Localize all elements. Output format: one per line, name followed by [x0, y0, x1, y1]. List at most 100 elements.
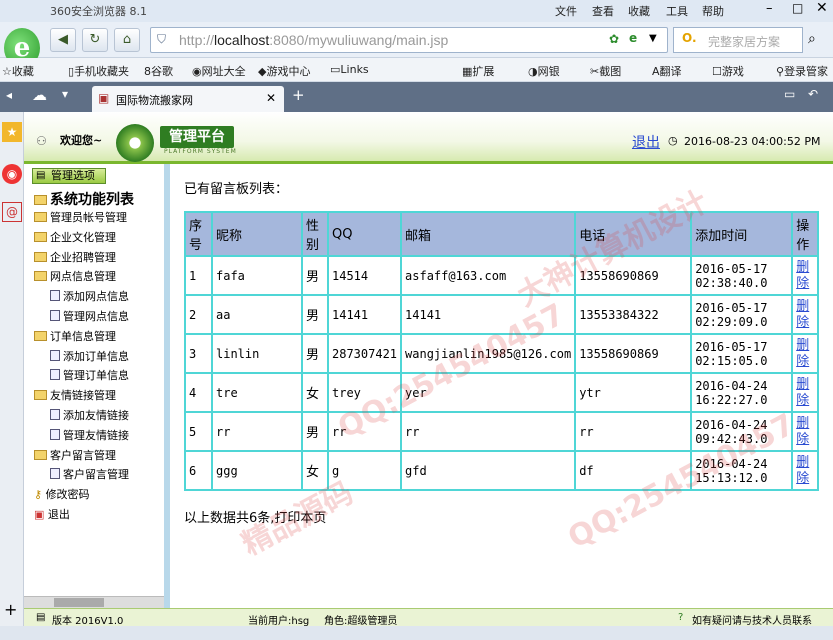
menu-favorites[interactable]: 收藏 — [628, 3, 650, 19]
folder-icon — [34, 330, 47, 341]
sidebar-item[interactable]: 管理员帐号管理 — [34, 209, 127, 225]
engine-icon[interactable]: e — [629, 31, 637, 45]
delete-link[interactable]: 删除 — [796, 455, 810, 487]
col-sex: 性别 — [301, 211, 329, 257]
cell-qq: 14514 — [326, 255, 403, 296]
sidebar-item[interactable]: ▣ 退出 — [34, 506, 70, 522]
delete-link[interactable]: 删除 — [796, 377, 810, 409]
fav-banking[interactable]: ◑网银 — [528, 63, 560, 79]
sidebar-item[interactable]: 订单信息管理 — [34, 328, 116, 344]
folder-icon — [34, 251, 47, 262]
fav-links[interactable]: ▭Links — [330, 63, 369, 76]
menu-tools[interactable]: 工具 — [666, 3, 688, 19]
delete-link[interactable]: 删除 — [796, 299, 810, 331]
browser-title: 360安全浏览器 8.1 — [50, 5, 147, 18]
sidebar-item[interactable]: 企业招聘管理 — [34, 249, 116, 265]
tab-close-icon[interactable]: ✕ — [266, 91, 276, 105]
cell-sex: 男 — [301, 294, 329, 335]
sidebar-item[interactable]: 企业文化管理 — [34, 229, 116, 245]
fav-screenshot[interactable]: ✂截图 — [590, 63, 621, 79]
sidebar-item[interactable]: 客户留言管理 — [34, 447, 116, 463]
sidebar-item-label: 网点信息管理 — [50, 270, 116, 284]
search-icon[interactable]: ⌕ — [808, 31, 816, 47]
fav-translate[interactable]: A翻译 — [652, 63, 682, 79]
sidebar-toggle-icon[interactable]: ◂ — [6, 88, 12, 102]
menu-help[interactable]: 帮助 — [702, 3, 724, 19]
current-user: 当前用户:hsg — [248, 616, 310, 627]
sidebar-item-label: 客户留言管理 — [63, 468, 129, 482]
sidebar-item-label: 管理员帐号管理 — [50, 211, 127, 224]
delete-link[interactable]: 删除 — [796, 260, 810, 292]
cell-clock: 02:29:09.0 — [695, 314, 768, 329]
fav-extensions[interactable]: ▦扩展 — [462, 63, 494, 79]
fav-games[interactable]: ◆游戏中心 — [258, 63, 310, 79]
col-no: 序号 — [184, 211, 213, 257]
fav-mobile[interactable]: ▯手机收藏夹 — [68, 63, 129, 79]
delete-link[interactable]: 删除 — [796, 338, 810, 370]
browser-navbar: e ◀ ↻ ⌂ ⛉ http://localhost:8080/mywuliuw… — [0, 22, 833, 68]
close-icon[interactable]: ✕ — [816, 0, 828, 16]
add-icon[interactable]: + — [4, 600, 17, 619]
cell-action: 删除 — [791, 450, 820, 491]
fav-collect[interactable]: ☆收藏 — [2, 63, 34, 79]
fav-login[interactable]: ⚲登录管家 — [776, 63, 828, 79]
folder-icon — [34, 195, 47, 205]
maximize-icon[interactable]: □ — [792, 1, 803, 15]
undo-icon[interactable]: ↶ — [808, 87, 818, 101]
weibo-icon[interactable]: ◉ — [2, 164, 22, 184]
table-row: 4 tre 女 trey yer ytr 2016-04-24 16:22:27.0 删除 — [184, 372, 820, 413]
cell-nick: aa — [211, 294, 303, 335]
search-input[interactable]: 完整家居方案 — [708, 33, 780, 50]
sidebar-scrollbar[interactable] — [24, 596, 164, 608]
document-icon — [50, 310, 60, 321]
menu-file[interactable]: 文件 — [555, 3, 577, 19]
sidebar-item[interactable]: 客户留言管理 — [50, 466, 129, 482]
cell-nick: linlin — [211, 333, 303, 374]
cell-qq: g — [326, 450, 403, 491]
document-icon — [50, 349, 60, 361]
message-table: 序号 昵称 性别 QQ 邮箱 电话 添加时间 操作 1 fafa 男 14514 asf… — [184, 211, 820, 491]
home-icon[interactable]: ⌂ — [114, 28, 140, 52]
logout-link[interactable]: 退出 — [632, 132, 660, 152]
fav-google[interactable]: 8谷歌 — [144, 63, 173, 79]
menu-view[interactable]: 查看 — [592, 3, 614, 19]
sidebar-item[interactable]: ⚷ 修改密码 — [34, 486, 90, 502]
folder-icon — [34, 231, 47, 242]
cell-no: 5 — [184, 411, 213, 452]
scrollbar-thumb[interactable] — [54, 598, 104, 607]
cell-time: 2016-05-17 02:38:40.0 — [690, 255, 794, 296]
cell-clock: 02:38:40.0 — [695, 275, 768, 290]
sidebar-item[interactable]: 管理友情链接 — [50, 427, 129, 443]
sidebar-item-label: 添加友情链接 — [63, 409, 129, 422]
mail-icon[interactable]: @ — [2, 202, 22, 222]
cell-email: 14141 — [400, 294, 577, 335]
sidebar-item[interactable]: 网点信息管理 — [34, 268, 116, 284]
tab-active[interactable]: ▣ 国际物流搬家网 ✕ — [92, 86, 284, 112]
col-action: 操作 — [791, 211, 820, 257]
sidebar-item[interactable]: 管理订单信息 — [50, 367, 129, 383]
cloud-icon[interactable]: ☁ — [32, 86, 47, 104]
list-title: 已有留言板列表： — [184, 182, 289, 197]
tab-list-icon[interactable]: ▭ — [784, 87, 795, 101]
fav-game[interactable]: ☐游戏 — [712, 63, 744, 79]
sidebar-item-label: 添加订单信息 — [63, 349, 129, 363]
table-header-row: 序号 昵称 性别 QQ 邮箱 电话 添加时间 操作 — [184, 211, 820, 257]
cell-email: asfaff@163.com — [400, 255, 577, 296]
delete-link[interactable]: 删除 — [796, 416, 810, 448]
sidebar-item[interactable]: 友情链接管理 — [34, 387, 116, 403]
address-bar[interactable]: ⛉ http://localhost:8080/mywuliuwang/main… — [150, 27, 668, 53]
sidebar-item[interactable]: 添加订单信息 — [50, 348, 129, 364]
back-icon[interactable]: ◀ — [50, 28, 76, 52]
sidebar-item[interactable]: 添加网点信息 — [50, 288, 129, 304]
search-box[interactable]: O. 完整家居方案 — [673, 27, 803, 53]
fav-sites[interactable]: ◉网址大全 — [192, 63, 246, 79]
star-icon[interactable]: ★ — [2, 122, 22, 142]
minimize-icon[interactable]: – — [766, 1, 773, 16]
sidebar-item[interactable]: 管理网点信息 — [50, 308, 129, 324]
chevron-down-icon[interactable]: ▼ — [649, 33, 657, 44]
new-tab-icon[interactable]: + — [292, 86, 305, 104]
compat-icon[interactable]: ✿ — [609, 32, 619, 46]
chevron-down-icon[interactable]: ▾ — [62, 87, 68, 101]
sidebar-item[interactable]: 添加友情链接 — [50, 407, 129, 423]
refresh-icon[interactable]: ↻ — [82, 28, 108, 52]
